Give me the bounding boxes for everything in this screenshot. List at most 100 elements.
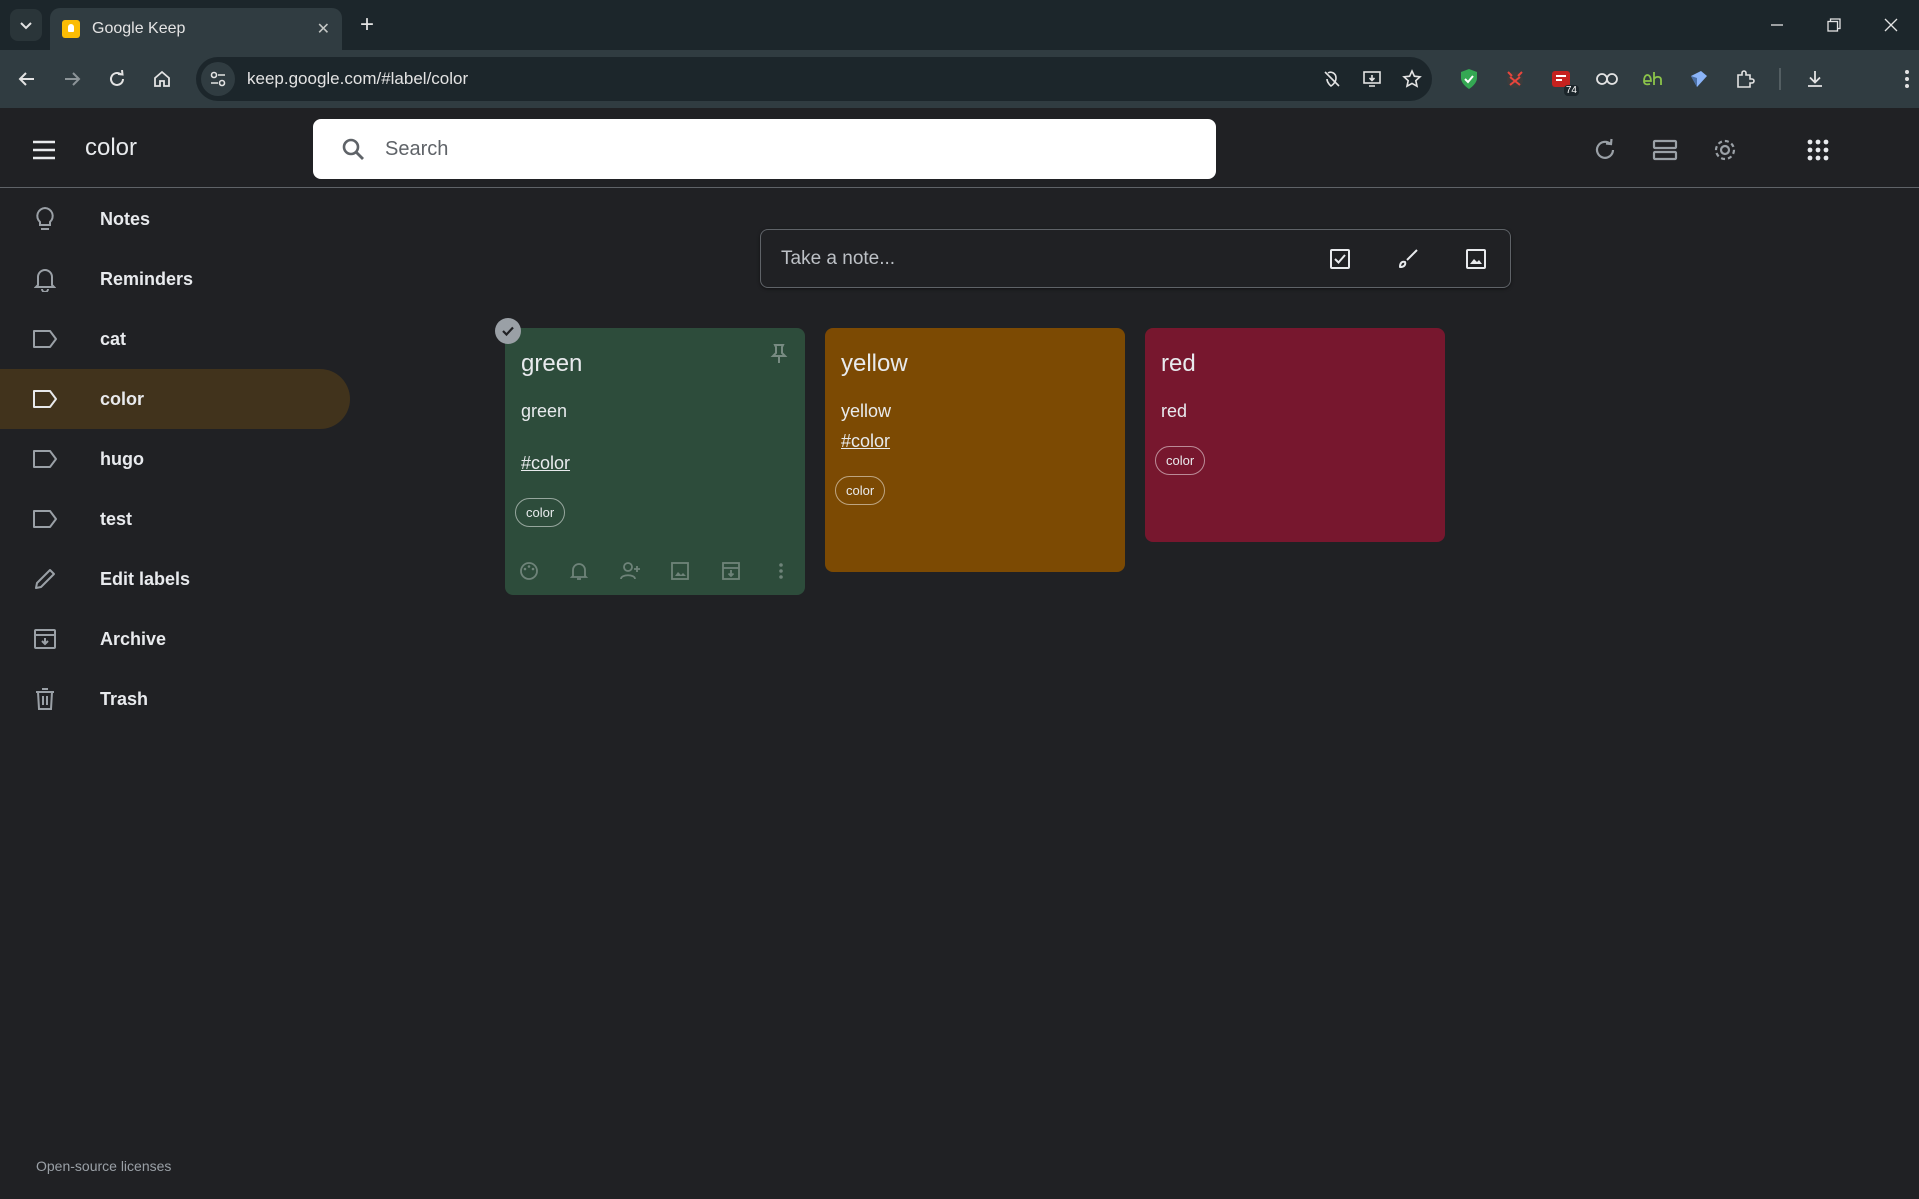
blue-extension-icon[interactable] — [1676, 64, 1722, 94]
collaborator-icon[interactable] — [618, 559, 642, 583]
take-note-bar[interactable]: Take a note... — [760, 229, 1511, 288]
restore-icon[interactable] — [1805, 0, 1862, 50]
gear-icon — [1714, 139, 1736, 161]
note-hashtag[interactable]: #color — [841, 426, 1109, 456]
new-list-button[interactable] — [1306, 235, 1374, 283]
minimize-icon[interactable] — [1748, 0, 1805, 50]
address-bar[interactable]: keep.google.com/#label/color — [196, 57, 1432, 101]
tracking-protection-icon[interactable] — [1312, 69, 1352, 89]
close-window-icon[interactable] — [1862, 0, 1919, 50]
back-button[interactable] — [12, 64, 42, 94]
search-bar[interactable]: Search — [313, 119, 1216, 179]
red-extension-icon[interactable]: 74 — [1538, 64, 1584, 96]
take-note-input[interactable]: Take a note... — [781, 248, 1306, 270]
note-card-green[interactable]: green green #color color — [495, 318, 805, 595]
new-drawing-button[interactable] — [1374, 235, 1442, 283]
refresh-button[interactable] — [1583, 128, 1627, 172]
home-button[interactable] — [147, 64, 177, 94]
label-chip[interactable]: color — [515, 498, 566, 527]
note-body: yellow — [841, 401, 892, 421]
browser-tab[interactable]: Google Keep ✕ — [50, 8, 342, 50]
apps-button[interactable] — [1796, 128, 1840, 172]
window-controls — [1748, 0, 1919, 50]
palette-icon[interactable] — [517, 559, 541, 583]
pencil-icon — [32, 566, 58, 592]
note-hashtag[interactable]: #color — [521, 448, 789, 478]
search-icon[interactable] — [333, 137, 373, 161]
puzzle-icon[interactable] — [1722, 64, 1768, 94]
label-chip[interactable]: color — [835, 476, 886, 505]
sidebar-item-label: cat — [100, 328, 127, 349]
reminder-bell-icon[interactable] — [567, 559, 591, 583]
sidebar-item-label: test — [100, 508, 133, 529]
shield-extension-icon[interactable] — [1446, 64, 1492, 94]
link-extension-icon[interactable] — [1584, 64, 1630, 94]
sidebar-item-label: color — [100, 388, 145, 409]
sidebar-item-cat[interactable]: cat — [0, 309, 350, 369]
note-body: red — [1161, 401, 1188, 421]
label-icon — [32, 386, 58, 412]
select-note-check-icon[interactable] — [495, 318, 521, 344]
sidebar-item-hugo[interactable]: hugo — [0, 429, 350, 489]
sidebar-item-edit-labels[interactable]: Edit labels — [0, 549, 350, 609]
list-view-button[interactable] — [1643, 128, 1687, 172]
archive-note-icon[interactable] — [719, 559, 743, 583]
sidebar: Notes Reminders cat color hugo test Edit… — [0, 189, 350, 729]
reload-icon — [110, 70, 124, 86]
extension-badge: 74 — [1563, 85, 1579, 96]
browser-toolbar: keep.google.com/#label/color 74 — [0, 50, 1919, 108]
list-view-icon — [1652, 139, 1678, 161]
archive-icon — [32, 626, 58, 652]
keep-favicon-icon — [62, 20, 80, 38]
eh-extension-icon[interactable] — [1630, 64, 1676, 94]
sidebar-item-label: Notes — [100, 208, 151, 229]
url-text[interactable]: keep.google.com/#label/color — [247, 69, 1312, 89]
label-chip[interactable]: color — [1155, 446, 1206, 475]
bookmark-star-icon[interactable] — [1392, 69, 1432, 89]
settings-button[interactable] — [1703, 128, 1747, 172]
download-icon[interactable] — [1792, 64, 1838, 94]
label-icon — [32, 446, 58, 472]
page-title: color — [85, 134, 138, 161]
reload-button[interactable] — [102, 64, 132, 94]
new-tab-button[interactable]: + — [352, 10, 382, 40]
sidebar-item-trash[interactable]: Trash — [0, 669, 350, 729]
trash-icon — [32, 686, 58, 712]
open-source-licenses-link[interactable]: Open-source licenses — [36, 1158, 171, 1174]
cat-extension-icon[interactable] — [1492, 64, 1538, 94]
close-tab-icon[interactable]: ✕ — [317, 19, 330, 39]
tab-search-button[interactable] — [10, 9, 42, 41]
home-icon — [154, 70, 170, 87]
browser-tab-strip: Google Keep ✕ + — [0, 0, 1919, 50]
sidebar-item-reminders[interactable]: Reminders — [0, 249, 350, 309]
note-card-yellow[interactable]: yellow yellow #color color — [825, 328, 1125, 572]
more-vert-icon[interactable] — [769, 559, 793, 583]
checkbox-icon — [1330, 248, 1350, 269]
arrow-left-icon — [18, 72, 34, 86]
add-image-icon[interactable] — [668, 559, 692, 583]
sidebar-item-notes[interactable]: Notes — [0, 189, 350, 249]
pin-icon[interactable] — [767, 342, 791, 366]
keep-header: color Search — [0, 108, 1919, 188]
install-app-icon[interactable] — [1352, 69, 1392, 89]
refresh-icon — [1595, 138, 1615, 159]
note-body: green — [521, 401, 568, 421]
sidebar-item-archive[interactable]: Archive — [0, 609, 350, 669]
image-icon — [1466, 248, 1486, 269]
sidebar-item-test[interactable]: test — [0, 489, 350, 549]
label-icon — [32, 506, 58, 532]
note-card-red[interactable]: red red color — [1145, 328, 1445, 542]
bell-icon — [32, 266, 58, 292]
label-icon — [32, 326, 58, 352]
tune-icon — [210, 71, 226, 87]
search-input[interactable]: Search — [385, 138, 448, 161]
site-info-button[interactable] — [201, 62, 235, 96]
main-menu-button[interactable] — [24, 130, 64, 170]
browser-menu-icon[interactable] — [1884, 64, 1919, 94]
forward-button[interactable] — [57, 64, 87, 94]
note-title: red — [1161, 350, 1196, 377]
arrow-right-icon — [65, 72, 81, 86]
new-image-button[interactable] — [1442, 235, 1510, 283]
apps-grid-icon — [1807, 139, 1829, 161]
sidebar-item-color[interactable]: color — [0, 369, 350, 429]
